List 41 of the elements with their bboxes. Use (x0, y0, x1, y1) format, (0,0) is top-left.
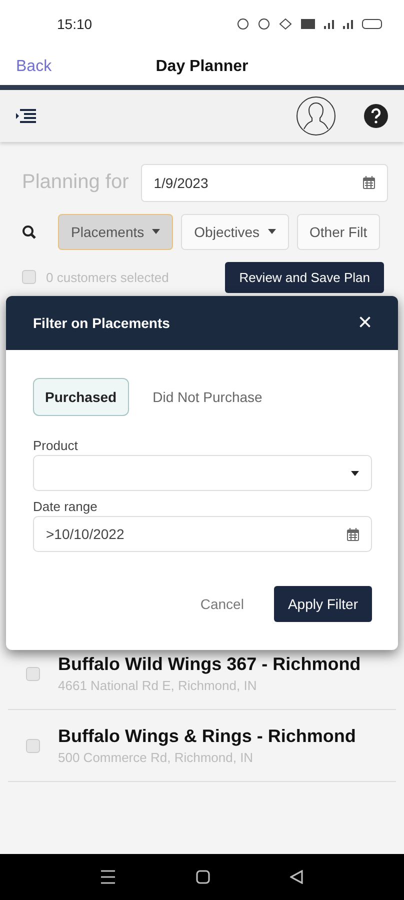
calendar-icon[interactable] (363, 176, 375, 190)
help-icon[interactable] (364, 104, 388, 128)
avatar-icon[interactable] (296, 96, 336, 136)
page-title: Day Planner (156, 58, 248, 76)
cancel-button[interactable]: Cancel (194, 595, 250, 613)
caret-icon (268, 229, 276, 234)
selection-count: 0 customers selected (46, 270, 169, 285)
caret-icon (152, 229, 160, 234)
menu-icon[interactable] (16, 108, 36, 123)
customer-address: 500 Commerce Rd, Richmond, IN (58, 750, 254, 766)
dialog-title: Filter on Placements (33, 315, 170, 331)
field-label: Date range (33, 499, 98, 514)
search-icon[interactable] (22, 224, 36, 239)
back-icon[interactable] (290, 870, 304, 884)
signal-icon (324, 19, 334, 30)
checkbox[interactable] (26, 666, 40, 681)
date-range-field[interactable]: >10/10/2022 (33, 516, 372, 552)
apply-filter-button[interactable]: Apply Filter (274, 586, 372, 622)
customer-address: 4661 National Rd E, Richmond, IN (58, 678, 258, 694)
filter-dropdown[interactable]: Placements (58, 214, 174, 250)
filter-dropdown[interactable]: Other Filt (296, 214, 380, 250)
close-button[interactable]: × (358, 311, 372, 335)
review-save-button[interactable]: Review and Save Plan (225, 262, 384, 293)
date-field[interactable]: 1/9/2023 (140, 164, 388, 202)
signal-icon (343, 19, 353, 30)
customer-name: Buffalo Wings & Rings - Richmond (58, 726, 356, 748)
customer-name: Buffalo Wild Wings 367 - Richmond (58, 654, 361, 676)
toggle-option[interactable]: Did Not Purchase (140, 378, 274, 416)
battery-icon (362, 19, 382, 30)
field-label: Product (33, 438, 79, 453)
home-icon[interactable] (196, 870, 210, 884)
caret-icon (351, 470, 359, 476)
checkbox[interactable] (22, 270, 36, 284)
menu-icon[interactable] (100, 870, 116, 884)
planning-label: Planning for (22, 171, 129, 194)
status-time: 15:10 (57, 16, 92, 32)
filter-dropdown[interactable]: Objectives (181, 214, 289, 250)
calendar-icon[interactable] (347, 528, 359, 540)
toggle-option[interactable]: Purchased (33, 378, 129, 416)
checkbox[interactable] (26, 738, 40, 753)
back-link[interactable]: Back (16, 58, 156, 76)
